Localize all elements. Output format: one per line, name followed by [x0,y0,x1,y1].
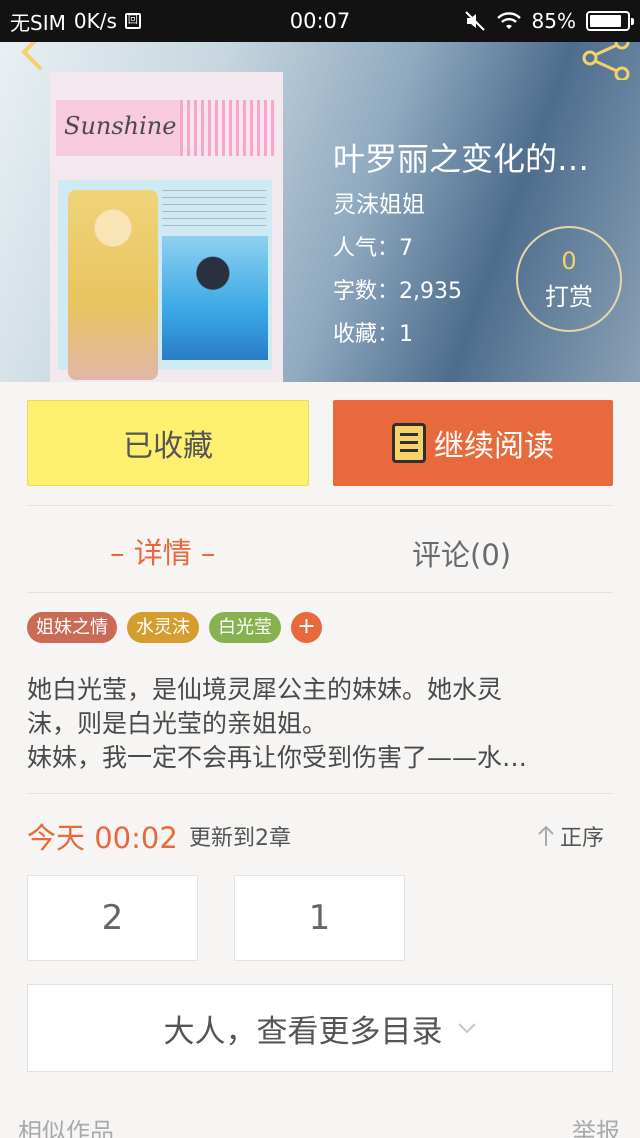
reward-label: 打赏 [545,282,593,311]
cover-stripes [180,100,278,156]
update-status: 更新到2章 [189,826,291,851]
more-toc-button[interactable]: 大人，查看更多目录 [27,984,613,1072]
book-author[interactable]: 灵沫姐姐 [333,185,425,219]
battery-percent: 85% [531,9,576,33]
chapter-number: 1 [308,898,331,938]
reward-count: 0 [561,246,577,275]
carrier-label: 无SIM [10,10,66,35]
reward-button[interactable]: 0 打赏 [516,226,622,332]
back-arrow-icon[interactable] [10,42,50,74]
update-time: 今天 00:02 [27,821,178,855]
book-icon [392,423,426,463]
word-count-stat: 字数：2,935 [333,279,462,304]
more-toc-label: 大人，查看更多目录 [163,1013,443,1050]
synopsis-line: 沫，则是白光莹的亲姐姐。 [27,709,328,738]
synopsis[interactable]: 她白光莹，是仙境灵犀公主的妹妹。她水灵 沫，则是白光莹的亲姐姐。 妹妹，我一定不… [27,673,613,775]
sort-order-toggle[interactable]: 正序 [536,820,604,852]
synopsis-line: 妹妹，我一定不会再让你受到伤害了——水… [27,743,528,772]
tab-comments[interactable]: 评论(0) [412,532,511,574]
continue-reading-label: 继续阅读 [434,429,554,464]
similar-works-heading: 相似作品 [18,1118,114,1138]
share-icon[interactable] [582,42,632,80]
collected-label: 已收藏 [123,429,213,464]
arrow-up-icon [538,825,554,846]
tag-item[interactable]: 水灵沫 [127,612,199,643]
chapter-item[interactable]: 2 [27,875,198,961]
report-link[interactable]: 举报 [572,1112,620,1138]
mute-icon [464,11,485,31]
continue-reading-button[interactable]: 继续阅读 [333,400,613,486]
network-speed: 0K/s [73,9,117,33]
add-tag-button[interactable]: + [291,612,322,643]
chapter-number: 2 [101,898,124,938]
popularity-stat: 人气：7 [333,236,413,261]
favorites-stat: 收藏：1 [333,322,413,347]
tag-list: 姐妹之情 水灵沫 白光莹 + [27,612,322,643]
cover-illustration-blonde [68,190,158,380]
wifi-icon [496,12,521,29]
chapter-item[interactable]: 1 [234,875,405,961]
tab-detail[interactable]: – 详情 – [110,530,215,572]
chevron-down-icon [457,1023,476,1034]
divider [27,793,613,794]
divider [27,505,613,506]
book-header: Sunshine 叶罗丽之变化的… 灵沫姐姐 人气：7 字数：2,935 收藏：… [0,42,640,382]
cover-title: Sunshine [64,112,177,140]
status-bar: 无SIM 0K/s 回 00:07 85% [0,0,640,42]
collected-button[interactable]: 已收藏 [27,400,309,486]
cover-small-text [162,190,266,232]
book-cover[interactable]: Sunshine [50,72,283,382]
tag-item[interactable]: 白光莹 [209,612,281,643]
book-title: 叶罗丽之变化的… [333,140,590,178]
synopsis-line: 她白光莹，是仙境灵犀公主的妹妹。她水灵 [27,675,503,704]
sort-order-label: 正序 [560,826,605,851]
sim-icon: 回 [124,13,141,29]
battery-icon [586,11,634,31]
divider [27,592,613,593]
cover-illustration-blue [162,236,268,360]
tag-item[interactable]: 姐妹之情 [27,612,117,643]
